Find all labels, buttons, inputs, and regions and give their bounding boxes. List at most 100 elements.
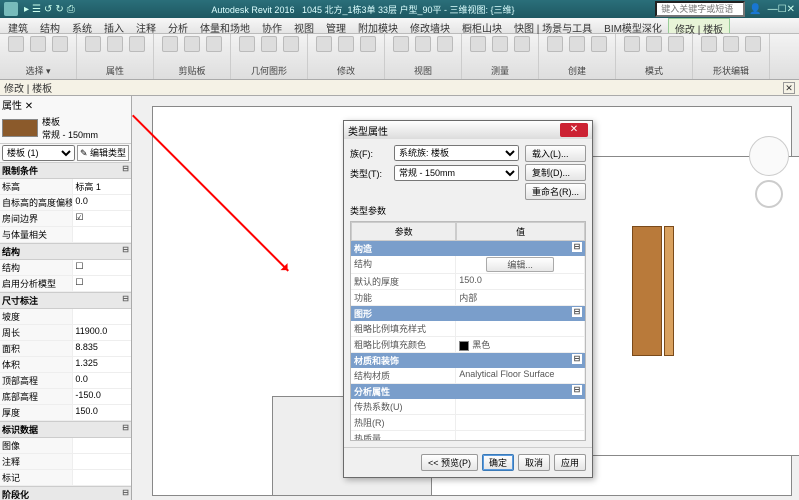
ribbon-tool-icon[interactable] xyxy=(723,36,739,52)
ribbon-tab[interactable]: 管理 xyxy=(320,18,352,33)
ribbon-tool-icon[interactable] xyxy=(107,36,123,52)
ribbon-tool-icon[interactable] xyxy=(646,36,662,52)
ribbon-tool-icon[interactable] xyxy=(668,36,684,52)
dialog-close-icon[interactable]: ✕ xyxy=(560,123,588,137)
ok-button[interactable]: 确定 xyxy=(482,454,514,471)
ribbon-tab[interactable]: 修改 | 楼板 xyxy=(668,18,730,33)
param-value[interactable]: 黑色 xyxy=(456,337,585,353)
edit-type-button[interactable]: ✎ 编辑类型 xyxy=(77,145,129,161)
view-cube-icon[interactable] xyxy=(749,136,789,176)
param-value[interactable] xyxy=(456,399,585,415)
prop-value[interactable]: -150.0 xyxy=(73,389,131,405)
ribbon-tool-icon[interactable] xyxy=(360,36,376,52)
user-icon[interactable]: 👤 xyxy=(749,4,761,15)
ribbon-tool-icon[interactable] xyxy=(624,36,640,52)
ribbon-tool-icon[interactable] xyxy=(591,36,607,52)
ribbon-tool-icon[interactable] xyxy=(393,36,409,52)
preview-button[interactable]: << 预览(P) xyxy=(421,454,478,471)
props-section-header[interactable]: 尺寸标注⊟ xyxy=(0,292,131,309)
param-value[interactable] xyxy=(456,431,585,441)
contextual-close-icon[interactable]: ✕ xyxy=(783,82,795,94)
ribbon-tab[interactable]: 视图 xyxy=(288,18,320,33)
ribbon-tab[interactable]: 协作 xyxy=(256,18,288,33)
param-category-header[interactable]: 分析属性⊟ xyxy=(351,384,585,399)
instance-filter-select[interactable]: 楼板 (1) xyxy=(2,145,75,161)
win-close-icon[interactable]: ✕ xyxy=(787,4,795,15)
ribbon-tab[interactable]: 橱柜山块 xyxy=(456,18,508,33)
prop-value[interactable]: 11900.0 xyxy=(73,325,131,341)
ribbon-tool-icon[interactable] xyxy=(547,36,563,52)
ribbon-tab[interactable]: 快图 | 场景与工具 xyxy=(508,18,598,33)
dialog-title-bar[interactable]: 类型属性 ✕ xyxy=(344,121,592,139)
ribbon-tab[interactable]: 建筑 xyxy=(2,18,34,33)
ribbon-tool-icon[interactable] xyxy=(283,36,299,52)
prop-value[interactable]: ☑ xyxy=(73,211,131,227)
ribbon-tool-icon[interactable] xyxy=(415,36,431,52)
props-section-header[interactable]: 阶段化⊟ xyxy=(0,486,131,500)
ribbon-tool-icon[interactable] xyxy=(30,36,46,52)
type-selector[interactable]: 楼板 常规 - 150mm xyxy=(0,113,131,144)
param-value[interactable]: 150.0 xyxy=(456,274,585,290)
ribbon-tool-icon[interactable] xyxy=(338,36,354,52)
rename-button[interactable]: 重命名(R)... xyxy=(525,183,586,200)
ribbon-tool-icon[interactable] xyxy=(492,36,508,52)
win-max-icon[interactable]: ☐ xyxy=(778,4,787,15)
ribbon-tool-icon[interactable] xyxy=(206,36,222,52)
param-value[interactable] xyxy=(456,321,585,337)
ribbon-tab[interactable]: 附加模块 xyxy=(352,18,404,33)
properties-panel-close-icon[interactable]: ✕ xyxy=(25,101,33,112)
param-value[interactable]: 内部 xyxy=(456,290,585,306)
props-section-header[interactable]: 标识数据⊟ xyxy=(0,421,131,438)
ribbon-tool-icon[interactable] xyxy=(85,36,101,52)
family-select[interactable]: 系统族: 楼板 xyxy=(394,145,519,161)
help-search-input[interactable] xyxy=(655,1,745,17)
prop-value[interactable] xyxy=(73,227,131,243)
ribbon-tool-icon[interactable] xyxy=(745,36,761,52)
prop-value[interactable] xyxy=(73,454,131,470)
apply-button[interactable]: 应用 xyxy=(554,454,586,471)
prop-value[interactable]: ☐ xyxy=(73,260,131,276)
ribbon-tool-icon[interactable] xyxy=(239,36,255,52)
ribbon-tool-icon[interactable] xyxy=(470,36,486,52)
ribbon-tool-icon[interactable] xyxy=(129,36,145,52)
prop-value[interactable]: 标高 1 xyxy=(73,179,131,195)
win-min-icon[interactable]: — xyxy=(768,4,778,15)
ribbon-tab[interactable]: 结构 xyxy=(34,18,66,33)
ribbon-tool-icon[interactable] xyxy=(437,36,453,52)
ribbon-tool-icon[interactable] xyxy=(316,36,332,52)
prop-value[interactable] xyxy=(73,309,131,325)
cancel-button[interactable]: 取消 xyxy=(518,454,550,471)
prop-value[interactable]: 8.835 xyxy=(73,341,131,357)
ribbon-tool-icon[interactable] xyxy=(261,36,277,52)
ribbon-tab[interactable]: 体量和场地 xyxy=(194,18,256,33)
param-category-header[interactable]: 材质和装饰⊟ xyxy=(351,353,585,368)
duplicate-button[interactable]: 复制(D)... xyxy=(525,164,586,181)
ribbon-tab[interactable]: 系统 xyxy=(66,18,98,33)
param-category-header[interactable]: 图形⊟ xyxy=(351,306,585,321)
param-value[interactable]: Analytical Floor Surface xyxy=(456,368,585,384)
props-section-header[interactable]: 限制条件⊟ xyxy=(0,162,131,179)
ribbon-tab[interactable]: 注释 xyxy=(130,18,162,33)
prop-value[interactable]: 150.0 xyxy=(73,405,131,421)
prop-value[interactable]: 0.0 xyxy=(73,373,131,389)
ribbon-tool-icon[interactable] xyxy=(52,36,68,52)
prop-value[interactable] xyxy=(73,470,131,486)
param-category-header[interactable]: 构造⊟ xyxy=(351,241,585,256)
ribbon-tool-icon[interactable] xyxy=(162,36,178,52)
prop-value[interactable]: 1.325 xyxy=(73,357,131,373)
ribbon-tool-icon[interactable] xyxy=(701,36,717,52)
ribbon-tool-icon[interactable] xyxy=(569,36,585,52)
ribbon-tool-icon[interactable] xyxy=(184,36,200,52)
type-select[interactable]: 常规 - 150mm xyxy=(394,165,519,181)
edit-structure-button[interactable]: 编辑... xyxy=(486,257,554,272)
prop-value[interactable] xyxy=(73,438,131,454)
prop-value[interactable]: ☐ xyxy=(73,276,131,292)
ribbon-tool-icon[interactable] xyxy=(8,36,24,52)
props-section-header[interactable]: 结构⊟ xyxy=(0,243,131,260)
param-value[interactable] xyxy=(456,415,585,431)
ribbon-tab[interactable]: BIM模型深化 xyxy=(598,18,668,33)
ribbon-tool-icon[interactable] xyxy=(514,36,530,52)
prop-value[interactable]: 0.0 xyxy=(73,195,131,211)
param-value[interactable]: 编辑... xyxy=(456,256,585,274)
ribbon-tab[interactable]: 修改墙块 xyxy=(404,18,456,33)
